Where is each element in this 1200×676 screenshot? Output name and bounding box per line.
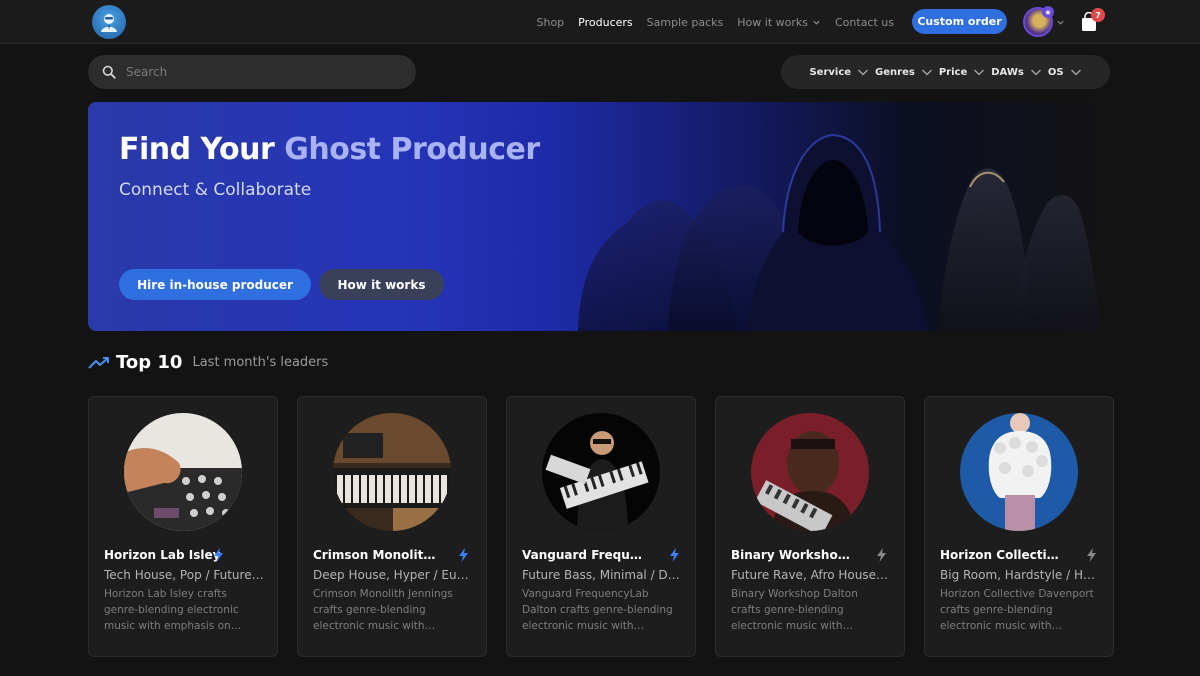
avatar-star-badge: ★ [1042,6,1054,18]
producer-card[interactable]: Horizon Lab Isley Tech House, Pop / Futu… [88,396,278,657]
nav-producers[interactable]: Producers [578,16,632,29]
cart-count-badge: 7 [1091,8,1105,22]
verified-bolt-icon [670,548,679,562]
chevron-down-icon [858,69,869,76]
filter-daws-label: DAWs [991,66,1024,78]
producer-description: Vanguard FrequencyLab Dalton crafts genr… [522,588,673,632]
producer-genres: Tech House, Pop / Future House [104,568,264,582]
filter-price-label: Price [938,66,968,78]
top10-title: Top 10 [116,352,183,373]
producer-description: Crimson Monolith Jennings crafts genre-b… [313,588,453,632]
chevron-down-icon [921,69,932,76]
producer-name: Crimson Monolith Jennings [313,548,438,562]
filter-bar: Service Genres Price DAWs OS [781,55,1110,89]
producer-cards: Horizon Lab Isley Tech House, Pop / Futu… [88,396,1114,657]
producer-card[interactable]: Binary Workshop Dalton Future Rave, Afro… [715,396,905,657]
filter-genres-label: Genres [875,66,915,78]
search-icon [102,65,116,79]
how-it-works-button[interactable]: How it works [319,269,444,300]
producer-card[interactable]: Vanguard FrequencyLab Dalton Future Bass… [506,396,696,657]
producer-photo-keytar [542,413,660,531]
filter-genres[interactable]: Genres [875,66,933,78]
verified-bolt-icon [877,548,886,562]
producer-genres: Big Room, Hardstyle / House [940,568,1100,582]
chevron-down-icon [813,20,820,25]
filter-price[interactable]: Price [939,66,985,78]
top10-heading: Top 10 Last month's leaders [88,352,328,373]
producer-name: Horizon Lab Isley [104,548,221,562]
hero-title: Find Your Ghost Producer [119,132,540,167]
producer-photo-portrait [751,413,869,531]
avatar[interactable]: ★ [1023,6,1054,37]
nav-how-it-works[interactable]: How it works [737,16,821,29]
top10-subtitle: Last month's leaders [192,355,329,370]
producer-description: Binary Workshop Dalton crafts genre-blen… [731,588,858,632]
filter-service-label: Service [809,66,852,78]
verified-bolt-icon [1087,548,1096,562]
logo-ghost-icon[interactable] [92,5,126,39]
chevron-down-icon [1070,69,1081,76]
verified-bolt-icon [214,548,223,562]
producer-name: Binary Workshop Dalton [731,548,856,562]
producer-photo-mixer [124,413,242,531]
nav-shop[interactable]: Shop [537,16,565,29]
producer-description: Horizon Collective Davenport crafts genr… [940,588,1094,632]
chevron-down-icon [1030,69,1041,76]
hero-banner: Find Your Ghost Producer Connect & Colla… [88,102,1110,331]
producer-photo-synth [333,413,451,531]
hero-subtitle: Connect & Collaborate [119,180,312,200]
chevron-down-icon [1057,20,1064,25]
hero-title-accent: Ghost Producer [284,132,540,167]
top-navbar: Shop Producers Sample packs How it works… [0,0,1200,44]
producer-card[interactable]: Horizon Collective Davenport Big Room, H… [924,396,1114,657]
verified-bolt-icon [459,548,468,562]
producer-photo-fashion [960,413,1078,531]
producer-name: Vanguard FrequencyLab Dalton [522,548,647,562]
filter-service[interactable]: Service [809,66,869,78]
filter-os[interactable]: OS [1048,66,1082,78]
nav-contact-us[interactable]: Contact us [835,16,894,29]
hooded-figures-illustration [578,133,1100,331]
producer-card[interactable]: Crimson Monolith Jennings Deep House, Hy… [297,396,487,657]
custom-order-button[interactable]: Custom order [912,9,1007,34]
producer-description: Horizon Lab Isley crafts genre-blending … [104,588,239,632]
chevron-down-icon [974,69,985,76]
hire-producer-button[interactable]: Hire in-house producer [119,269,311,300]
trending-up-icon [88,356,109,369]
search-input[interactable] [126,65,386,79]
producer-genres: Deep House, Hyper / Euro Dance [313,568,473,582]
hero-title-plain: Find Your [119,132,285,167]
filter-os-label: OS [1047,66,1064,78]
producer-genres: Future Rave, Afro House, Techno [731,568,891,582]
search-bar[interactable] [88,55,416,89]
filter-daws[interactable]: DAWs [991,66,1042,78]
producer-name: Horizon Collective Davenport [940,548,1065,562]
user-menu[interactable]: ★ [1023,6,1065,37]
main-nav: Shop Producers Sample packs How it works… [537,0,895,44]
nav-how-it-works-label: How it works [737,15,808,29]
producer-genres: Future Bass, Minimal / Deep House [522,568,682,582]
nav-sample-packs[interactable]: Sample packs [647,16,724,29]
